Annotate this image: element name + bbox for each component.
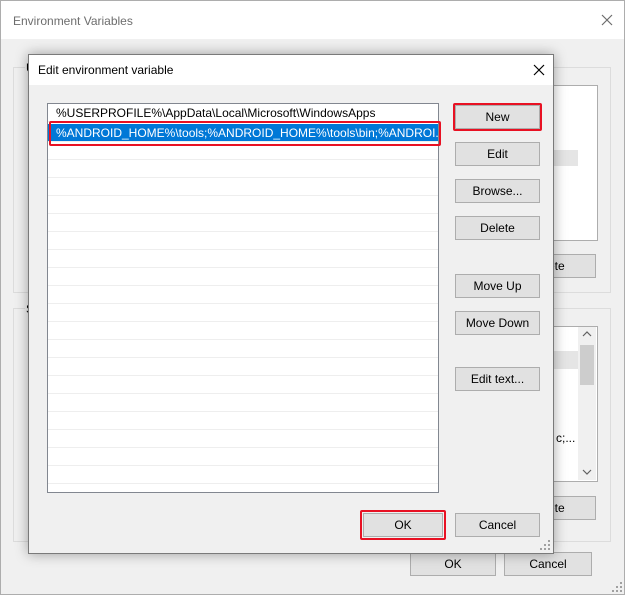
list-item[interactable]: [48, 448, 438, 466]
resize-grip-icon[interactable]: [611, 581, 623, 593]
path-entry-text: %USERPROFILE%\AppData\Local\Microsoft\Wi…: [56, 106, 376, 120]
list-item[interactable]: [48, 376, 438, 394]
list-item[interactable]: [48, 268, 438, 286]
list-item[interactable]: [48, 232, 438, 250]
list-item[interactable]: [554, 351, 578, 369]
list-item[interactable]: [48, 466, 438, 484]
list-item[interactable]: [48, 322, 438, 340]
list-item[interactable]: [48, 304, 438, 322]
bg-cancel-button[interactable]: Cancel: [504, 552, 592, 576]
system-list-partial-text: c;...: [556, 431, 576, 445]
cancel-button[interactable]: Cancel: [455, 513, 540, 537]
system-variables-list[interactable]: c;...: [553, 326, 598, 482]
edit-environment-variable-dialog: Edit environment variable %USERPROFILE%\…: [28, 54, 554, 554]
resize-grip-icon[interactable]: [539, 539, 551, 551]
list-item[interactable]: [48, 394, 438, 412]
list-item[interactable]: [48, 250, 438, 268]
chevron-down-icon[interactable]: [582, 468, 592, 476]
list-item[interactable]: [48, 160, 438, 178]
system-list-scrollbar[interactable]: [578, 327, 596, 480]
bg-title-bar: Environment Variables: [1, 1, 624, 39]
list-item[interactable]: %USERPROFILE%\AppData\Local\Microsoft\Wi…: [48, 104, 438, 122]
close-icon[interactable]: [529, 60, 549, 80]
path-entries-list[interactable]: %USERPROFILE%\AppData\Local\Microsoft\Wi…: [47, 103, 439, 493]
list-item[interactable]: [48, 214, 438, 232]
list-item[interactable]: [554, 150, 578, 166]
edit-text-button[interactable]: Edit text...: [455, 367, 540, 391]
list-item[interactable]: [48, 196, 438, 214]
dialog-title-bar: Edit environment variable: [29, 55, 553, 85]
edit-button[interactable]: Edit: [455, 142, 540, 166]
move-up-button[interactable]: Move Up: [455, 274, 540, 298]
dialog-title: Edit environment variable: [38, 63, 174, 77]
list-item[interactable]: [48, 178, 438, 196]
delete-button[interactable]: Delete: [455, 216, 540, 240]
list-item[interactable]: [48, 412, 438, 430]
ok-button[interactable]: OK: [363, 513, 443, 537]
chevron-up-icon[interactable]: [582, 330, 592, 338]
scrollbar-thumb[interactable]: [580, 345, 594, 385]
list-item[interactable]: [48, 142, 438, 160]
browse-button[interactable]: Browse...: [455, 179, 540, 203]
path-entry-text: %ANDROID_HOME%\tools;%ANDROID_HOME%\tool…: [56, 126, 439, 140]
list-item[interactable]: [48, 358, 438, 376]
bg-window-title: Environment Variables: [13, 14, 133, 28]
move-down-button[interactable]: Move Down: [455, 311, 540, 335]
list-item-selected[interactable]: %ANDROID_HOME%\tools;%ANDROID_HOME%\tool…: [48, 124, 438, 142]
list-item[interactable]: [48, 340, 438, 358]
bg-ok-button[interactable]: OK: [410, 552, 496, 576]
list-item[interactable]: [48, 430, 438, 448]
list-item[interactable]: [48, 286, 438, 304]
close-icon[interactable]: [597, 10, 617, 30]
new-button[interactable]: New: [455, 105, 540, 129]
user-variables-list[interactable]: [553, 85, 598, 241]
